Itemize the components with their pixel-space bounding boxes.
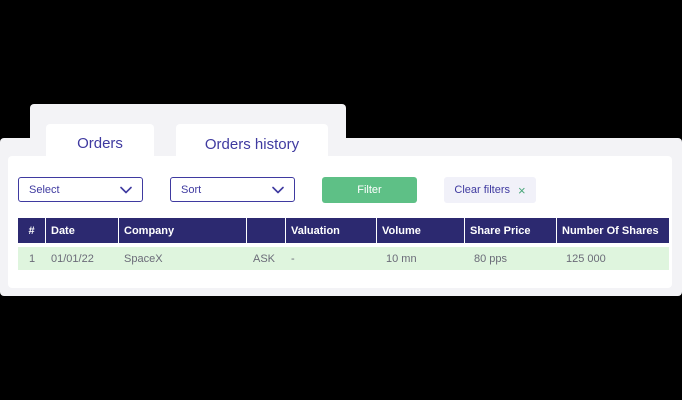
tab-orders-label: Orders — [77, 134, 123, 152]
chevron-down-icon — [120, 186, 132, 194]
sort-dropdown-label: Sort — [181, 183, 202, 196]
header-volume[interactable]: Volume — [377, 218, 465, 243]
clear-filters-label: Clear filters — [454, 184, 511, 196]
cell-type: ASK — [253, 252, 276, 265]
header-type — [247, 218, 286, 243]
cell-volume: 10 mn — [386, 252, 417, 265]
cell-number: 1 — [28, 252, 36, 265]
stage: Orders Orders history Select Sort Filter… — [0, 0, 682, 400]
select-dropdown[interactable]: Select — [18, 177, 143, 202]
cell-share-price: 80 pps — [474, 252, 508, 265]
header-number[interactable]: # — [18, 218, 46, 243]
table-header: # Date Company Valuation Volume Share Pr… — [18, 218, 669, 243]
close-icon: × — [518, 182, 526, 198]
filter-button[interactable]: Filter — [322, 177, 417, 203]
header-valuation[interactable]: Valuation — [286, 218, 377, 243]
cell-valuation: - — [291, 252, 295, 265]
header-number-of-shares[interactable]: Number Of Shares — [557, 218, 669, 243]
table-row[interactable]: 1 01/01/22 SpaceX ASK - 10 mn 80 pps 125… — [18, 247, 669, 270]
cell-number-of-shares: 125 000 — [566, 252, 606, 265]
clear-filters-button[interactable]: Clear filters × — [444, 177, 536, 203]
orders-table: # Date Company Valuation Volume Share Pr… — [18, 218, 669, 270]
chevron-down-icon — [272, 186, 284, 194]
select-dropdown-label: Select — [29, 183, 60, 196]
header-share-price[interactable]: Share Price — [465, 218, 557, 243]
tab-orders-history-label: Orders history — [204, 135, 300, 153]
header-date[interactable]: Date — [46, 218, 119, 243]
cell-date: 01/01/22 — [51, 252, 94, 265]
filter-button-label: Filter — [357, 184, 382, 196]
header-company[interactable]: Company — [119, 218, 247, 243]
cell-company: SpaceX — [124, 252, 163, 265]
sort-dropdown[interactable]: Sort — [170, 177, 295, 202]
